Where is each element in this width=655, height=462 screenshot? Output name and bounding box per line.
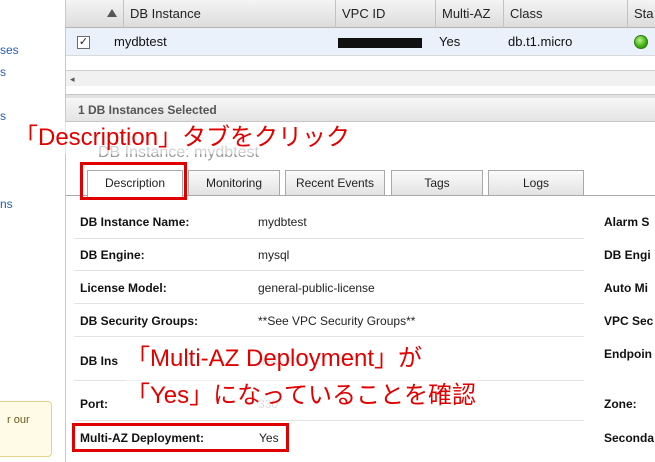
status-available-icon <box>634 35 648 49</box>
label-license-model: License Model: <box>80 281 167 295</box>
tab-tags[interactable]: Tags <box>391 170 483 195</box>
label-alarm-status: Alarm S <box>604 215 650 229</box>
annotation-confirm-line2: 「Yes」になっていることを確認 <box>126 380 476 412</box>
value-db-engine: mysql <box>258 248 290 262</box>
cell-vpc-id-redacted <box>338 38 422 48</box>
value-license-model: general-public-license <box>258 281 375 295</box>
tab-logs[interactable]: Logs <box>488 170 584 195</box>
scroll-left-icon[interactable]: ◂ <box>70 74 75 85</box>
info-note-text: r our <box>7 414 30 426</box>
table-row[interactable]: ✓ mydbtest Yes db.t1.micro <box>66 28 655 56</box>
info-note-box: r our <box>0 401 52 457</box>
label-zone: Zone: <box>604 397 637 411</box>
cell-class: db.t1.micro <box>508 34 573 49</box>
tab-recent-events[interactable]: Recent Events <box>285 170 385 195</box>
label-db-engine-version: DB Engi <box>604 248 651 262</box>
db-instances-grid: DB Instance VPC ID Multi-AZ Class Sta ✓ … <box>66 0 655 94</box>
label-auto-minor-upgrade: Auto Mi <box>604 281 648 295</box>
label-db-engine: DB Engine: <box>80 248 145 262</box>
nav-link-4[interactable]: ns <box>0 197 13 211</box>
annotation-confirm-line1: 「Multi-AZ Deployment」が <box>126 343 423 375</box>
label-vpc-security: VPC Sec <box>604 314 654 328</box>
column-header-multi-az[interactable]: Multi-AZ <box>435 0 503 28</box>
row-checkbox[interactable]: ✓ <box>77 36 90 49</box>
nav-link-3[interactable]: s <box>0 109 6 123</box>
column-header-vpc-id[interactable]: VPC ID <box>335 0 435 28</box>
label-port: Port: <box>80 397 108 411</box>
nav-link-2[interactable]: s <box>0 65 6 79</box>
horizontal-scrollbar[interactable]: ◂ <box>66 70 655 86</box>
column-header-class[interactable]: Class <box>503 0 627 28</box>
value-db-security-groups: **See VPC Security Groups** <box>258 314 416 328</box>
highlight-multi-az-field <box>72 423 289 452</box>
selected-count: 1 DB Instances Selected <box>78 103 217 117</box>
label-db-instance-status: DB Ins <box>80 354 119 368</box>
sort-ascending-icon[interactable] <box>107 9 117 17</box>
label-endpoint: Endpoin <box>604 347 652 361</box>
cell-multi-az: Yes <box>439 34 461 49</box>
label-secondary-zone: Seconda <box>604 431 655 445</box>
field-divider <box>74 270 584 271</box>
value-db-instance-name: mydbtest <box>258 215 307 229</box>
column-header-status[interactable]: Sta <box>627 0 655 28</box>
selection-header: 1 DB Instances Selected <box>66 98 655 122</box>
label-db-instance-name: DB Instance Name: <box>80 215 190 229</box>
left-navigation: ses s s ns r our <box>0 0 66 462</box>
field-divider <box>74 238 584 239</box>
field-divider <box>74 420 584 421</box>
highlight-description-tab <box>80 162 187 200</box>
column-header-db-instance[interactable]: DB Instance <box>123 0 335 28</box>
nav-link-instances[interactable]: ses <box>0 43 19 57</box>
cell-db-instance: mydbtest <box>114 34 167 49</box>
rds-console-screenshot: ses s s ns r our DB Instance VPC ID Mult… <box>0 0 655 462</box>
field-divider <box>74 336 584 337</box>
grid-header: DB Instance VPC ID Multi-AZ Class Sta <box>66 0 655 28</box>
tab-monitoring[interactable]: Monitoring <box>188 170 280 195</box>
field-divider <box>74 303 584 304</box>
annotation-click-description: 「Description」タブをクリック <box>14 122 351 154</box>
label-db-security-groups: DB Security Groups: <box>80 314 199 328</box>
